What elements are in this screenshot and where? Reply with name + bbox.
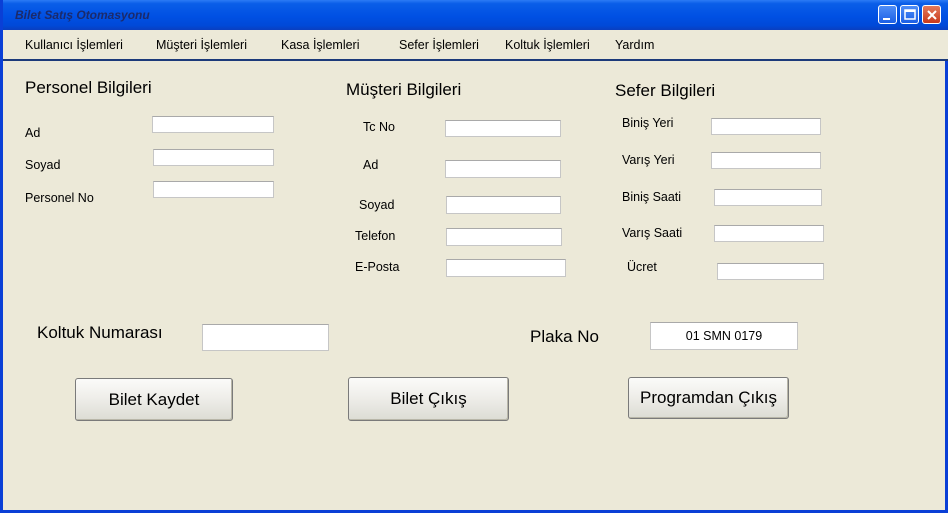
personel-no-label: Personel No	[25, 191, 94, 205]
window-title: Bilet Satış Otomasyonu	[15, 8, 150, 22]
sefer-varis-saati-field[interactable]	[714, 225, 824, 242]
musteri-tc-label: Tc No	[363, 120, 395, 134]
close-button[interactable]	[922, 5, 941, 24]
personel-ad-field[interactable]	[152, 116, 274, 133]
menu-musteri-islemleri[interactable]: Müşteri İşlemleri	[156, 38, 247, 52]
sefer-binis-saati-field[interactable]	[714, 189, 822, 206]
sefer-binis-yeri-label: Biniş Yeri	[622, 116, 674, 130]
menu-kasa-islemleri[interactable]: Kasa İşlemleri	[281, 38, 360, 52]
musteri-heading: Müşteri Bilgileri	[346, 80, 462, 99]
musteri-ad-field[interactable]	[445, 160, 561, 178]
sefer-ucret-label: Ücret	[627, 260, 657, 274]
main-window: Bilet Satış Otomasyonu Kullanıcı İşlemle…	[0, 0, 948, 513]
maximize-icon	[904, 9, 916, 20]
sefer-varis-yeri-label: Varış Yeri	[622, 153, 675, 167]
koltuk-numarasi-label: Koltuk Numarası	[37, 323, 163, 342]
menu-sefer-islemleri[interactable]: Sefer İşlemleri	[399, 38, 479, 52]
sefer-heading: Sefer Bilgileri	[615, 81, 716, 100]
musteri-telefon-field[interactable]	[446, 228, 562, 246]
musteri-telefon-label: Telefon	[355, 229, 396, 243]
koltuk-numarasi-field[interactable]	[202, 324, 329, 351]
personel-ad-label: Ad	[25, 126, 41, 140]
maximize-button[interactable]	[900, 5, 919, 24]
bilet-kaydet-button[interactable]: Bilet Kaydet	[75, 378, 233, 421]
musteri-tc-field[interactable]	[445, 120, 561, 137]
sefer-varis-saati-label: Varış Saati	[622, 226, 683, 240]
musteri-eposta-label: E-Posta	[355, 260, 400, 274]
personel-soyad-label: Soyad	[25, 158, 61, 172]
menu-kullanici-islemleri[interactable]: Kullanıcı İşlemleri	[25, 38, 123, 52]
musteri-eposta-field[interactable]	[446, 259, 566, 277]
menu-yardim[interactable]: Yardım	[615, 38, 654, 52]
programdan-cikis-button[interactable]: Programdan Çıkış	[628, 377, 789, 419]
musteri-soyad-label: Soyad	[359, 198, 395, 212]
sefer-binis-yeri-field[interactable]	[711, 118, 821, 135]
sefer-varis-yeri-field[interactable]	[711, 152, 821, 169]
musteri-soyad-field[interactable]	[446, 196, 561, 214]
musteri-ad-label: Ad	[363, 158, 379, 172]
minimize-icon	[883, 18, 890, 20]
sefer-ucret-field[interactable]	[717, 263, 824, 280]
bilet-cikis-button[interactable]: Bilet Çıkış	[348, 377, 509, 421]
menu-koltuk-islemleri[interactable]: Koltuk İşlemleri	[505, 38, 590, 52]
plaka-no-field[interactable]	[650, 322, 798, 350]
minimize-button[interactable]	[878, 5, 897, 24]
personel-soyad-field[interactable]	[153, 149, 274, 166]
close-icon	[927, 10, 937, 20]
sefer-binis-saati-label: Biniş Saati	[622, 190, 682, 204]
plaka-no-label: Plaka No	[530, 327, 599, 346]
menu-bar: Kullanıcı İşlemleri Müşteri İşlemleri Ka…	[3, 30, 948, 61]
personel-heading: Personel Bilgileri	[25, 78, 152, 97]
title-bar[interactable]: Bilet Satış Otomasyonu	[3, 0, 948, 30]
personel-no-field[interactable]	[153, 181, 274, 198]
